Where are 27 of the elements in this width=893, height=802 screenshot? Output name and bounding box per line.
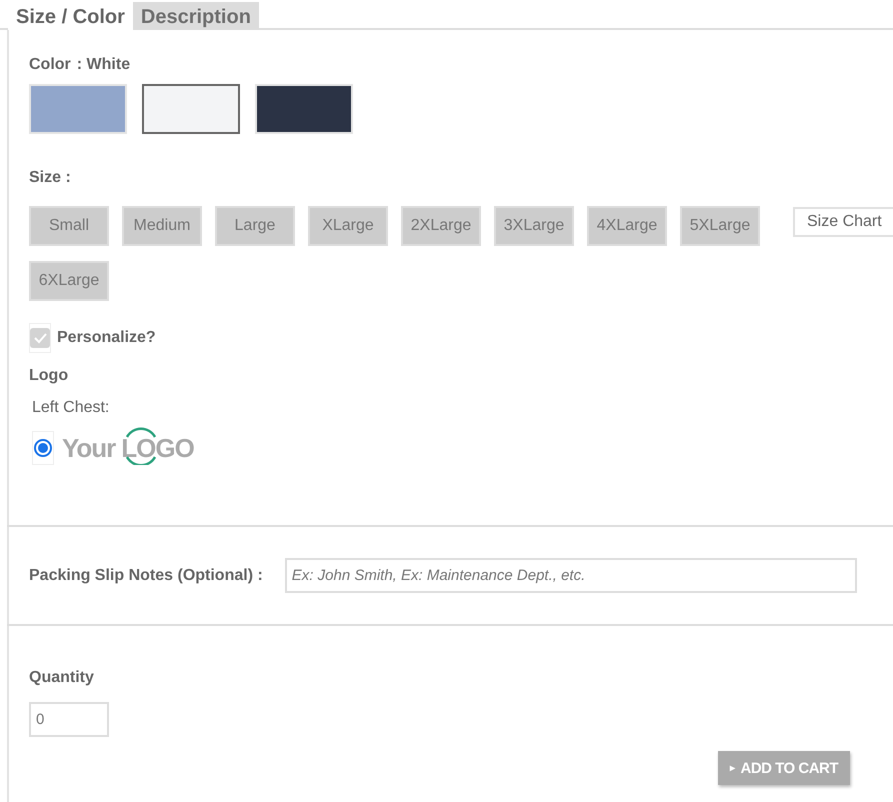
size-option[interactable]: Large: [215, 206, 295, 246]
quantity-field[interactable]: 0: [29, 702, 109, 737]
logo-text: Your: [62, 432, 116, 464]
color-swatch[interactable]: [142, 84, 240, 134]
tab[interactable]: Description: [132, 2, 259, 30]
add-to-cart-button[interactable]: ▸ ADD TO CART: [718, 751, 850, 785]
size-option[interactable]: 5XLarge: [680, 206, 760, 246]
logo-radio[interactable]: [32, 431, 54, 465]
personalize-label: Personalize?: [57, 329, 156, 347]
selected-color: : White: [76, 56, 130, 73]
notes-label: Packing Slip Notes (Optional) :: [29, 566, 263, 584]
size-option[interactable]: 4XLarge: [587, 206, 667, 246]
logo-heading: Logo: [29, 367, 70, 385]
size-option[interactable]: XLarge: [308, 206, 388, 246]
size-option[interactable]: 2XLarge: [401, 206, 481, 246]
size-option[interactable]: 6XLarge: [29, 261, 109, 301]
size-option[interactable]: Small: [29, 206, 109, 246]
size-option[interactable]: Medium: [122, 206, 202, 246]
size-label: Size :: [29, 169, 72, 187]
logo-location: Left Chest:: [32, 399, 110, 417]
size-option[interactable]: 3XLarge: [494, 206, 574, 246]
notes-field[interactable]: Ex: John Smith, Ex: Maintenance Dept., etc.: [284, 558, 857, 593]
personalize-checkbox[interactable]: [29, 323, 51, 353]
quantity-label: Quantity: [29, 669, 95, 687]
color-label: Color: [29, 56, 71, 73]
size-chart-button[interactable]: Size Chart: [793, 207, 893, 237]
logo-mark: LOGO: [121, 432, 194, 464]
